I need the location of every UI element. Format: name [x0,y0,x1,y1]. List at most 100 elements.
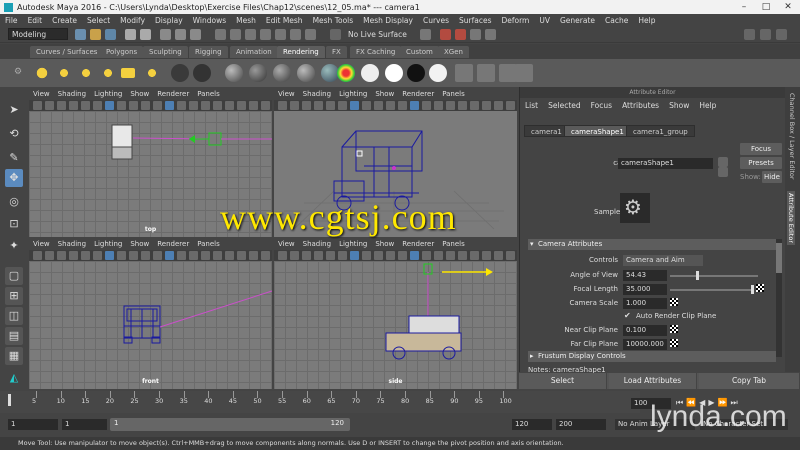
menu-file[interactable]: File [0,16,23,25]
panel-toolbar-icon[interactable] [338,101,347,110]
panel-toolbar-icon[interactable] [45,251,54,260]
menu-mesh[interactable]: Mesh [231,16,261,25]
panel-menu-show[interactable]: Show [371,89,398,100]
ae-menu-focus[interactable]: Focus [586,101,617,110]
shelf-tab-animation[interactable]: Animation [230,46,278,58]
panel-toolbar-icon[interactable] [494,101,503,110]
front-view-canvas[interactable]: front [29,261,272,389]
panel-toolbar-icon[interactable] [249,101,258,110]
snap-grid-icon[interactable] [215,29,226,40]
phongE-material-icon[interactable] [297,64,315,82]
panel-toolbar-icon[interactable] [225,251,234,260]
menu-curves[interactable]: Curves [418,16,454,25]
hide-button[interactable]: Hide [762,171,782,183]
close-button[interactable]: ✕ [777,0,799,14]
time-slider[interactable] [0,391,640,413]
undo-icon[interactable] [125,29,136,40]
panel-toolbar-icon[interactable] [129,101,138,110]
layered-shader-icon[interactable] [407,64,425,82]
blinn-material-icon[interactable] [225,64,243,82]
area-light-icon[interactable] [121,68,135,78]
make-live-icon[interactable] [330,29,341,40]
panel-menu-renderer[interactable]: Renderer [398,239,438,250]
camera-scale-map-icon[interactable] [670,298,678,306]
directional-light-icon[interactable] [55,64,73,82]
construction-history-icon[interactable] [305,29,316,40]
panel-menu-lighting[interactable]: Lighting [90,239,126,250]
auto-render-clip-checkbox[interactable]: ✔ [624,311,633,320]
panel-menu-lighting[interactable]: Lighting [90,89,126,100]
playback-end-field[interactable]: 120 [512,419,552,430]
panel-toolbar-icon[interactable] [213,101,222,110]
panel-toolbar-icon[interactable] [398,251,407,260]
render-settings-icon[interactable] [470,29,481,40]
panel-toolbar-icon[interactable] [177,251,186,260]
panel-toolbar-icon[interactable] [153,101,162,110]
angle-of-view-slider[interactable] [670,275,758,277]
last-tool-icon[interactable]: ✦ [5,237,23,255]
shelf-tab-polygons[interactable]: Polygons [100,46,144,58]
rotate-tool-icon[interactable]: ◎ [5,193,23,211]
panel-toolbar-icon[interactable] [422,251,431,260]
panel-toolbar-icon[interactable] [362,251,371,260]
panel-toolbar-icon[interactable] [506,251,515,260]
angle-of-view-slider-handle[interactable] [696,271,699,280]
panel-toolbar-icon[interactable] [261,101,270,110]
camera-aim-icon[interactable] [193,64,211,82]
current-time-indicator[interactable] [8,394,11,406]
near-clip-field[interactable]: 0.100 [623,325,667,336]
ae-menu-list[interactable]: List [520,101,543,110]
menu-create[interactable]: Create [47,16,82,25]
ipr-render-icon[interactable] [455,29,466,40]
shelf-tab-custom[interactable]: Custom [400,46,439,58]
panel-toolbar-icon[interactable] [189,101,198,110]
menu-edit-mesh[interactable]: Edit Mesh [261,16,308,25]
four-pane-layout-icon[interactable]: ⊞ [5,287,23,305]
panel-toolbar-icon[interactable] [326,251,335,260]
presets-button[interactable]: Presets [740,157,782,169]
phong-material-icon[interactable] [273,64,291,82]
panel-toolbar-icon[interactable] [81,101,90,110]
panel-toolbar-icon[interactable] [153,251,162,260]
camera-attributes-section[interactable]: ▾ Camera Attributes [528,239,776,250]
panel-toolbar-icon[interactable] [446,251,455,260]
persp-outliner-layout-icon[interactable]: ▤ [5,327,23,345]
panel-toolbar-icon[interactable] [458,251,467,260]
snap-surface-icon[interactable] [275,29,286,40]
ipr-icon[interactable] [477,64,495,82]
panel-toolbar-icon[interactable] [422,101,431,110]
panel-toolbar-icon[interactable] [213,251,222,260]
panel-toolbar-icon[interactable] [45,101,54,110]
batch-render-icon[interactable] [515,64,533,82]
panel-toolbar-icon[interactable] [57,101,66,110]
panel-toolbar-icon[interactable] [93,101,102,110]
panel-toolbar-icon[interactable] [374,251,383,260]
panel-toolbar-icon[interactable] [201,251,210,260]
tab-camera1-group[interactable]: camera1_group [626,125,695,137]
panel-toolbar-icon[interactable] [117,251,126,260]
copy-tab-button[interactable]: Copy Tab [699,373,800,389]
panel-toolbar-icon[interactable] [69,101,78,110]
panel-menu-panels[interactable]: Panels [193,89,224,100]
panel-menu-view[interactable]: View [29,89,54,100]
far-clip-map-icon[interactable] [670,339,678,347]
menu-generate[interactable]: Generate [555,16,600,25]
menu-mesh-display[interactable]: Mesh Display [358,16,418,25]
go-to-input-icon[interactable] [718,157,728,167]
panel-menu-panels[interactable]: Panels [193,239,224,250]
lambert-material-icon[interactable] [249,64,267,82]
ambient-light-icon[interactable] [33,64,51,82]
toggle-channel-box-icon[interactable] [776,29,787,40]
ae-menu-show[interactable]: Show [664,101,694,110]
menu-mesh-tools[interactable]: Mesh Tools [308,16,359,25]
panel-menu-lighting[interactable]: Lighting [335,89,371,100]
panel-menu-view[interactable]: View [274,239,299,250]
panel-toolbar-icon[interactable] [386,101,395,110]
shading-map-icon[interactable] [429,64,447,82]
panel-toolbar-icon[interactable] [338,251,347,260]
panel-toolbar-icon[interactable] [165,251,174,260]
panel-menu-show[interactable]: Show [371,239,398,250]
panel-toolbar-icon[interactable] [57,251,66,260]
focal-length-field[interactable]: 35.000 [623,284,667,295]
panel-toolbar-icon[interactable] [290,251,299,260]
